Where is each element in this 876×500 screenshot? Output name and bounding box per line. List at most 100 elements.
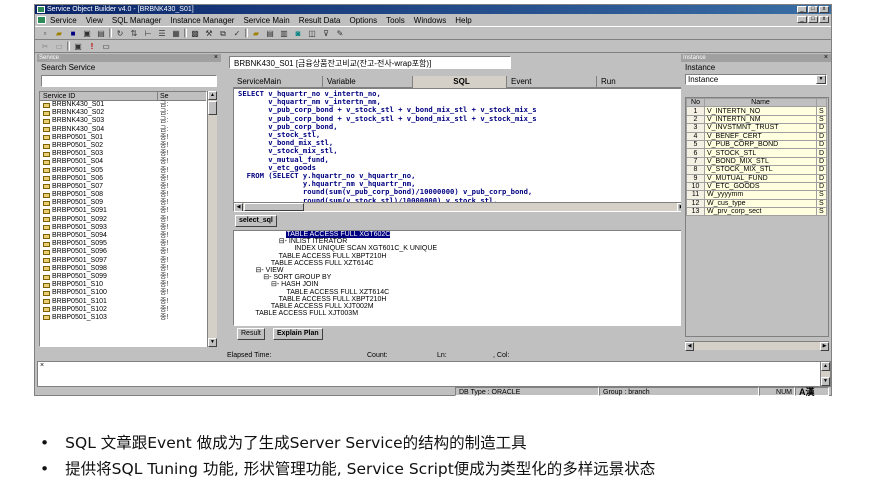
scroll-left-icon[interactable]: ◀	[234, 203, 243, 211]
new-icon[interactable]: ▫	[39, 28, 51, 39]
tab-variable[interactable]: Variable	[323, 76, 413, 88]
service-row[interactable]: BRBP0501_S097 종!	[40, 257, 206, 265]
scroll-right-icon[interactable]: ▶	[820, 342, 829, 351]
tab-explain-plan[interactable]: Explain Plan	[273, 328, 323, 340]
cut-icon[interactable]: ✂	[39, 41, 51, 52]
tab-sql[interactable]: SQL	[413, 76, 507, 88]
plan-node[interactable]: TABLE ACCESS FULL XZT614C	[236, 289, 696, 296]
menu-tools[interactable]: Tools	[386, 16, 405, 25]
check-icon[interactable]: ✓	[231, 28, 243, 39]
instance-row[interactable]: 8 V_STOCK_MIX_STL D	[686, 165, 828, 175]
refresh-icon[interactable]: ↻	[114, 28, 126, 39]
close-icon[interactable]: ×	[824, 54, 828, 62]
scroll-up-icon[interactable]: ▲	[821, 362, 830, 371]
chart-icon[interactable]: ▥	[278, 28, 290, 39]
scroll-thumb[interactable]	[208, 101, 217, 115]
service-row[interactable]: BRBP0501_S08 종!	[40, 191, 206, 199]
menu-windows[interactable]: Windows	[414, 16, 446, 25]
close-button[interactable]: x	[819, 6, 829, 13]
column-header-no[interactable]: No	[686, 98, 705, 108]
tab-event[interactable]: Event	[507, 76, 597, 88]
plan-node-selected[interactable]: TABLE ACCESS FULL XGT602C	[286, 231, 391, 238]
save-icon[interactable]: ■	[67, 28, 79, 39]
menu-view[interactable]: View	[86, 16, 103, 25]
column-header-type[interactable]	[815, 98, 828, 108]
view-icon[interactable]: ◫	[306, 28, 318, 39]
pane-close-icon[interactable]: ×	[40, 362, 44, 369]
menu-result-data[interactable]: Result Data	[299, 16, 341, 25]
service-row[interactable]: BRBP0501_S100 종!	[40, 289, 206, 297]
document-icon[interactable]	[37, 16, 46, 24]
instance-row[interactable]: 7 V_BOND_MIX_STL D	[686, 156, 828, 167]
tree-icon[interactable]: ⊢	[142, 28, 154, 39]
service-row[interactable]: BRBNK430_S02 금:	[40, 109, 206, 117]
column-header-service-id[interactable]: Service ID	[40, 92, 158, 100]
instance-row[interactable]: 12 W_cus_type S	[686, 198, 828, 209]
service-row[interactable]: BRBP0501_S10 종!	[40, 281, 206, 289]
plan-node[interactable]: TABLE ACCESS FULL XBPT210H	[236, 253, 696, 260]
select-sql-tab[interactable]: select_sql	[235, 215, 277, 227]
monitor-icon[interactable]: ▣	[72, 41, 84, 52]
plan-node[interactable]: ⊟- SORT GROUP BY	[236, 274, 696, 281]
instance-row[interactable]: 10 V_ETC_GOODS D	[686, 181, 828, 192]
maximize-button[interactable]: □	[808, 6, 818, 13]
plan-node[interactable]: TABLE ACCESS FULL XBPT210H	[236, 296, 696, 303]
sort-icon[interactable]: ⇅	[128, 28, 140, 39]
explain-plan-tree[interactable]: TABLE ACCESS FULL XGT602C ⊟- INLIST ITER…	[233, 230, 697, 326]
ime-status[interactable]: A漢	[795, 387, 829, 397]
service-row[interactable]: BRBP0501_S096 종!	[40, 248, 206, 256]
scroll-up-icon[interactable]: ▲	[208, 91, 217, 100]
service-row[interactable]: BRBNK430_S03 금:	[40, 117, 206, 125]
instance-row[interactable]: 1 V_INTERTN_NO S	[686, 106, 828, 116]
tab-result[interactable]: Result	[237, 328, 265, 340]
output-vscrollbar[interactable]: ▲ ▼	[820, 362, 830, 386]
instance-row[interactable]: 13 W_prv_corp_sect S	[686, 207, 828, 217]
pen-icon[interactable]: ✎	[334, 28, 346, 39]
plan-node[interactable]: INDEX UNIQUE SCAN XGT601C_K UNIQUE	[236, 245, 696, 252]
mdi-close-button[interactable]: x	[819, 16, 829, 23]
plan-node[interactable]: ⊟- VIEW	[236, 267, 696, 274]
grid-icon[interactable]: ▦	[170, 28, 182, 39]
plan-node[interactable]: TABLE ACCESS FULL XZT614C	[236, 260, 696, 267]
scroll-down-icon[interactable]: ▼	[821, 377, 830, 386]
column-header-name[interactable]: Name	[704, 98, 817, 108]
mdi-minimize-button[interactable]: _	[797, 16, 807, 23]
service-row[interactable]: BRBP0501_S092 종!	[40, 216, 206, 224]
service-row[interactable]: BRBP0501_S101 종!	[40, 298, 206, 306]
instance-row[interactable]: 2 V_INTERTN_NM S	[686, 114, 828, 125]
menu-options[interactable]: Options	[350, 16, 378, 25]
service-row[interactable]: BRBP0501_S05 종!	[40, 167, 206, 175]
alert-icon[interactable]: !	[86, 41, 98, 52]
tab-servicemain[interactable]: ServiceMain	[233, 76, 323, 88]
service-row[interactable]: BRBP0501_S03 종!	[40, 150, 206, 158]
service-row[interactable]: BRBP0501_S01 종!	[40, 134, 206, 142]
plan-node[interactable]: TABLE ACCESS FULL XJT002M	[236, 303, 696, 310]
menu-sql-manager[interactable]: SQL Manager	[112, 16, 162, 25]
service-row[interactable]: BRBP0501_S095 종!	[40, 240, 206, 248]
output-pane[interactable]: × ▲ ▼	[37, 361, 831, 387]
service-row[interactable]: BRBP0501_S02 종!	[40, 142, 206, 150]
scroll-thumb[interactable]	[244, 203, 304, 211]
instance-row[interactable]: 9 V_MUTUAL_FUND D	[686, 173, 828, 183]
sql-code[interactable]: SELECT v_hquartr_no v_intertn_no, v_hqua…	[234, 89, 696, 206]
service-row[interactable]: BRBP0501_S094 종!	[40, 232, 206, 240]
service-row[interactable]: BRBNK430_S01 금:	[40, 101, 206, 109]
instance-hscrollbar[interactable]: ◀ ▶	[685, 341, 829, 351]
table-icon[interactable]: ▤	[264, 28, 276, 39]
paste-icon[interactable]: ▭	[53, 41, 65, 52]
database-icon[interactable]: ◙	[292, 28, 304, 39]
tool-icon[interactable]: ⚒	[203, 28, 215, 39]
plan-node[interactable]: ⊟- HASH JOIN	[236, 281, 696, 288]
filter-icon[interactable]: ⊽	[320, 28, 332, 39]
menu-service[interactable]: Service	[50, 16, 77, 25]
scroll-left-icon[interactable]: ◀	[685, 342, 694, 351]
sql-hscrollbar[interactable]: ◀ ▶	[234, 202, 696, 211]
service-row[interactable]: BRBP0501_S06 종!	[40, 175, 206, 183]
open-folder-icon[interactable]: ▰	[53, 28, 65, 39]
copy-icon[interactable]: ⧉	[217, 28, 229, 39]
service-row[interactable]: BRBP0501_S04 종!	[40, 158, 206, 166]
instance-row[interactable]: 4 V_BENEF_CERT D	[686, 131, 828, 141]
scroll-down-icon[interactable]: ▼	[208, 338, 217, 347]
service-row[interactable]: BRBP0501_S09 종!	[40, 199, 206, 207]
minimize-button[interactable]: _	[797, 6, 807, 13]
